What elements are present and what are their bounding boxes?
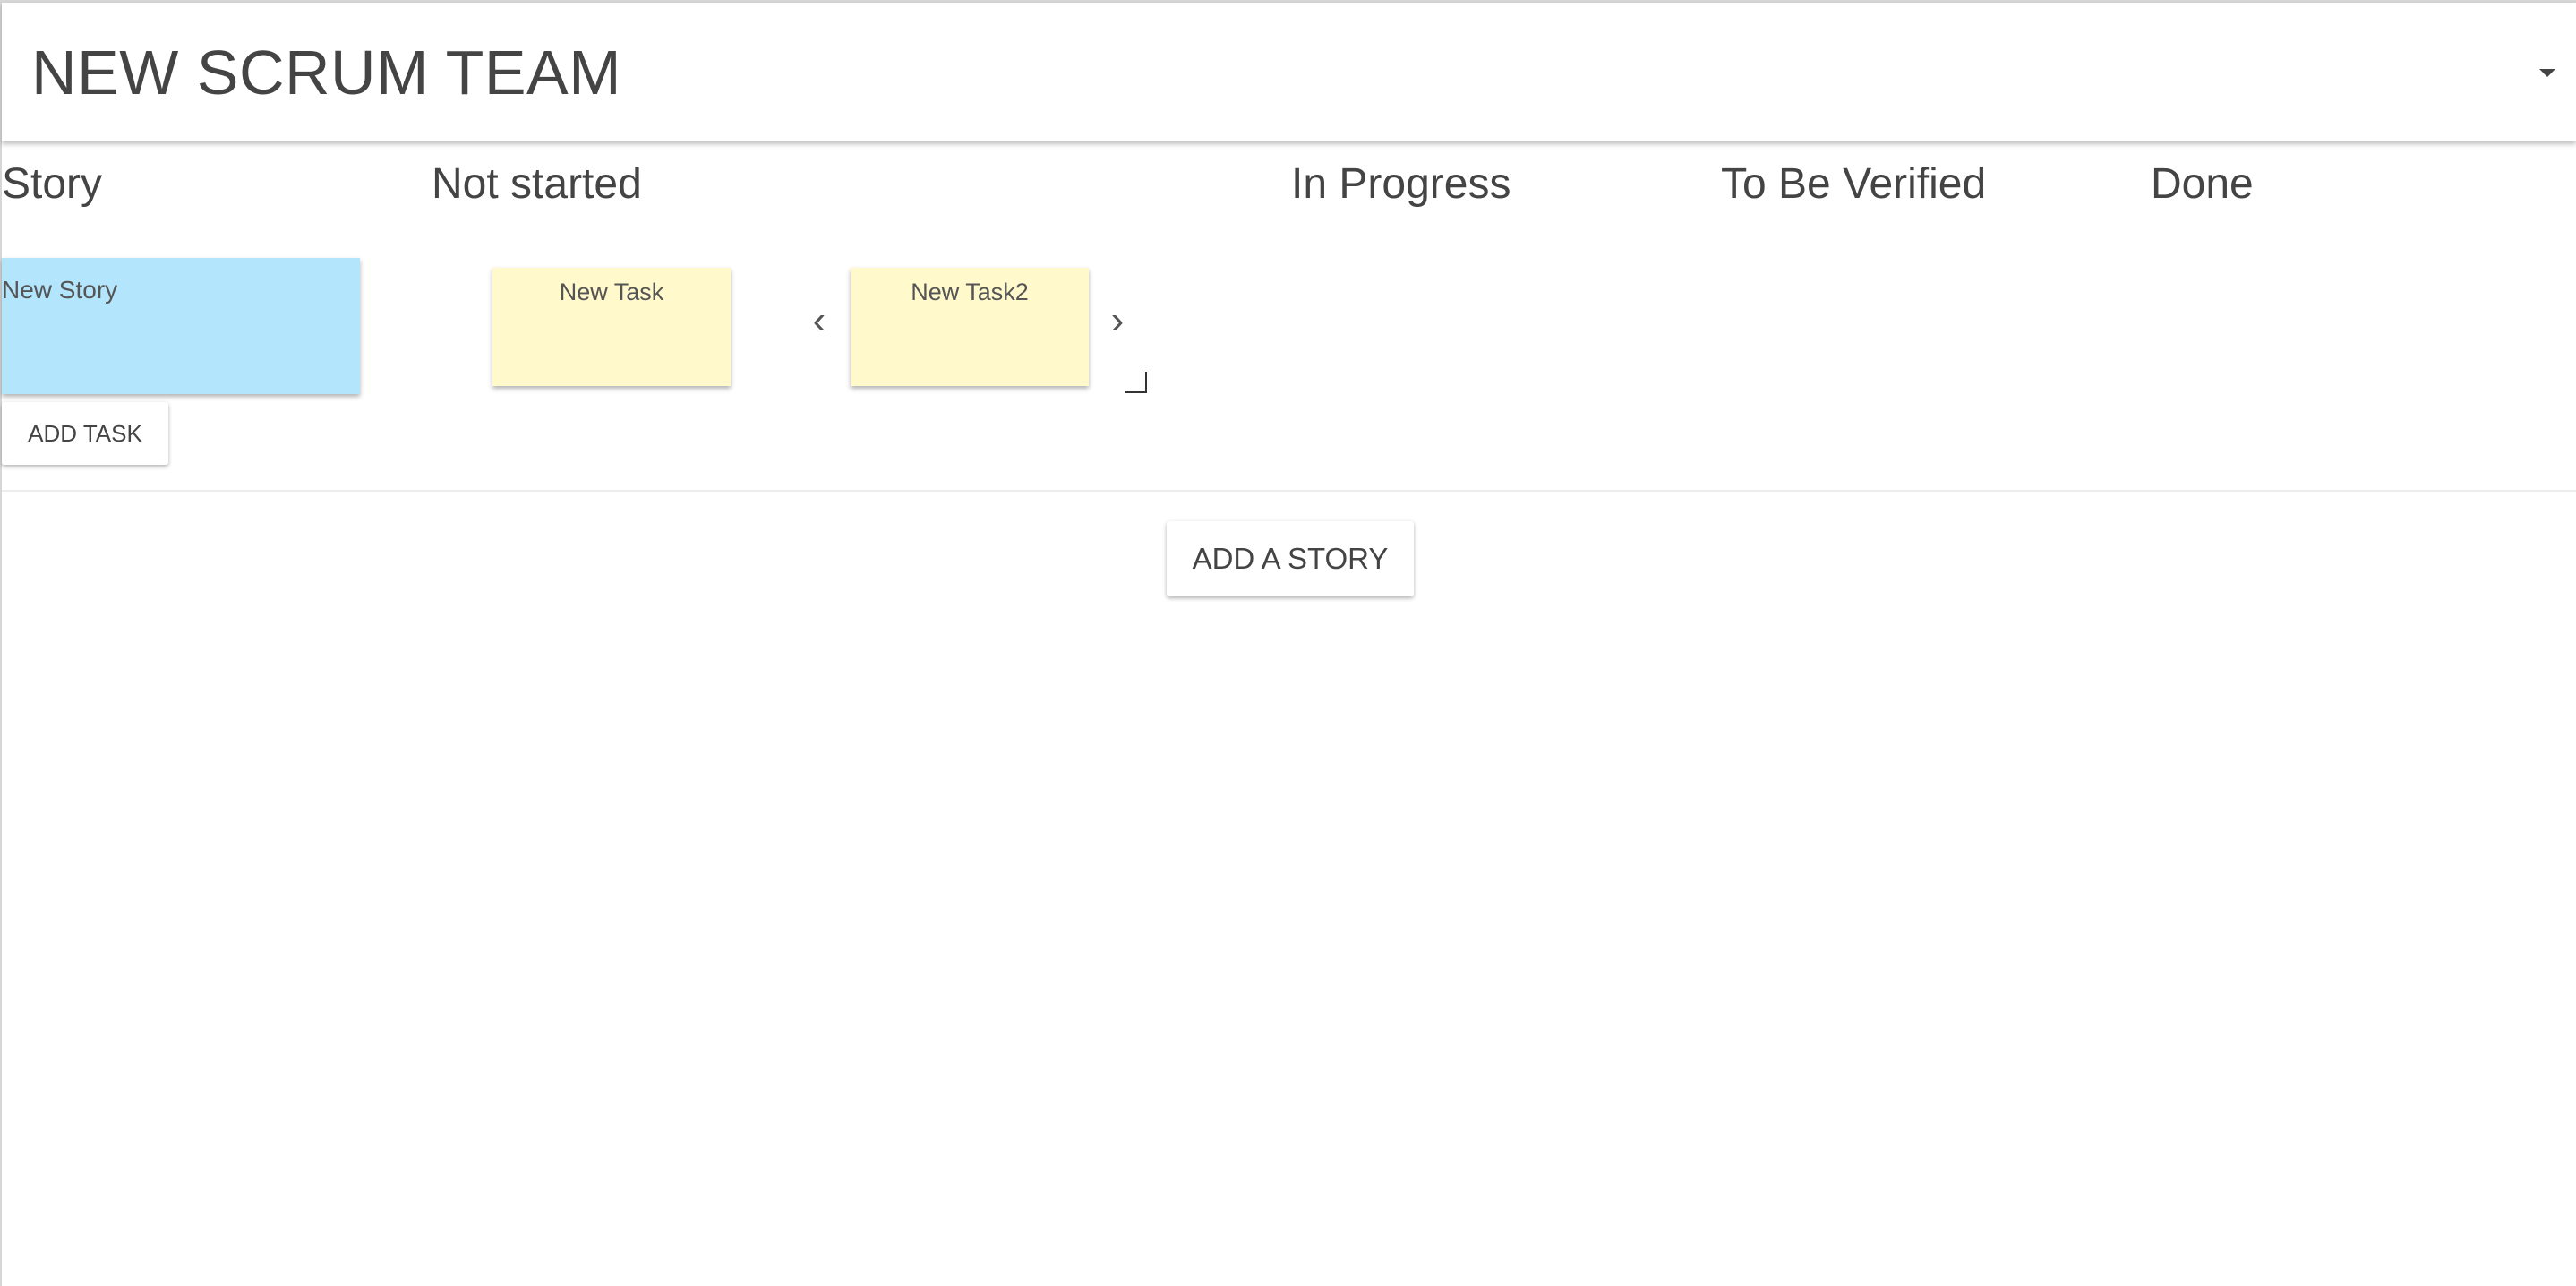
team-title: NEW SCRUM TEAM (31, 38, 622, 107)
column-header-to-be-verified: To Be Verified (1721, 160, 1987, 208)
team-dropdown-button[interactable] (2529, 58, 2564, 89)
column-header-done: Done (2151, 160, 2254, 208)
task-card[interactable]: New Task2 (851, 268, 1089, 386)
caret-down-icon (2539, 69, 2555, 77)
add-task-button[interactable]: ADD TASK (2, 402, 168, 465)
column-header-story: Story (2, 160, 103, 208)
task-card[interactable]: New Task (492, 268, 731, 386)
scrum-board: NEW SCRUM TEAM Story Not started In Prog… (0, 0, 2576, 1286)
story-card[interactable]: New Story (2, 258, 360, 394)
story-row-divider (2, 490, 2576, 492)
story-card-title: New Story (2, 276, 118, 304)
add-story-button[interactable]: ADD A STORY (1167, 521, 1414, 596)
chevron-right-icon[interactable]: › (1101, 298, 1134, 343)
column-header-not-started: Not started (432, 160, 642, 208)
resize-handle-icon[interactable] (1125, 372, 1147, 393)
task-card-title: New Task (559, 279, 664, 305)
team-header: NEW SCRUM TEAM (2, 3, 2576, 141)
task-card-title: New Task2 (911, 279, 1029, 305)
chevron-left-icon[interactable]: ‹ (803, 298, 835, 343)
column-header-in-progress: In Progress (1291, 160, 1511, 208)
